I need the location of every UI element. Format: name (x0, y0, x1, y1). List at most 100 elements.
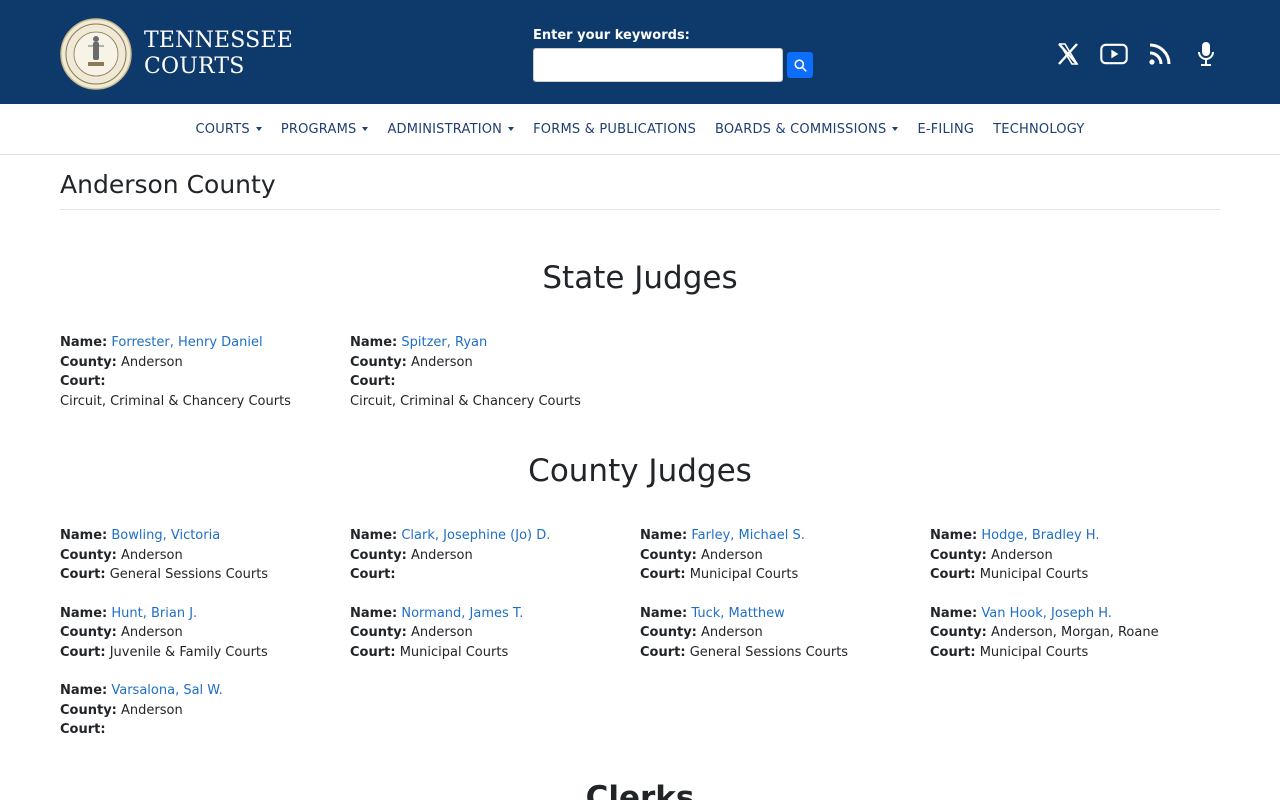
court-label: Court: (930, 644, 976, 660)
x-icon (1058, 43, 1079, 65)
judge-name-link[interactable]: Tuck, Matthew (691, 606, 784, 621)
judge-card: Name: Hunt, Brian J. County: Anderson Cour… (60, 604, 350, 663)
judge-name-link[interactable]: Forrester, Henry Daniel (111, 335, 262, 350)
name-label: Name: (930, 605, 978, 621)
judge-name-link[interactable]: Farley, Michael S. (691, 528, 804, 543)
page-title: Anderson County (60, 170, 1220, 210)
caret-down-icon (362, 127, 369, 131)
nav-technology[interactable]: TECHNOLOGY (993, 122, 1084, 137)
nav-boards-commissions[interactable]: BOARDS & COMMISSIONS (715, 122, 899, 137)
judge-county-row: County: Anderson (60, 546, 350, 566)
judge-name-row: Name: Spitzer, Ryan (350, 333, 640, 353)
nav-e-filing[interactable]: E-FILING (917, 122, 974, 137)
county-label: County: (930, 625, 987, 640)
nav-administration[interactable]: ADMINISTRATION (387, 121, 515, 137)
podcast-link[interactable] (1192, 38, 1220, 70)
search-input[interactable] (533, 48, 783, 82)
judge-name-row: Name: Forrester, Henry Daniel (60, 333, 350, 353)
judge-name-link[interactable]: Van Hook, Joseph H. (981, 606, 1112, 621)
nav-courts[interactable]: COURTS (196, 122, 262, 137)
county-label: County: (640, 625, 697, 640)
judge-county-row: County: Anderson (60, 353, 350, 373)
judge-card: Name: Forrester, Henry Daniel County: And… (60, 333, 350, 411)
nav-label: ADMINISTRATION (387, 121, 503, 137)
judge-county-row: County: Anderson (640, 546, 930, 566)
judge-court-row: Court: Municipal Courts (930, 565, 1220, 585)
state-judges-grid: Name: Forrester, Henry Daniel County: And… (60, 333, 1220, 411)
county-judges-grid: Name: Bowling, Victoria County: Anderson C… (60, 526, 1220, 740)
judge-court-row: Court: (60, 720, 350, 740)
judge-card: Name: Van Hook, Joseph H. County: Anderso… (930, 604, 1220, 663)
county-label: County: (60, 625, 117, 640)
judge-name-row: Name: Normand, James T. (350, 604, 640, 624)
name-label: Name: (640, 605, 688, 621)
judge-court-row: Court: Juvenile & Family Courts (60, 643, 350, 663)
judge-name-link[interactable]: Normand, James T. (401, 606, 523, 621)
judge-court: Municipal Courts (399, 644, 509, 660)
judge-county: Anderson (121, 625, 183, 640)
judge-court: Circuit, Criminal & Chancery Courts (350, 393, 581, 409)
site-logo-link[interactable]: TENNESSEE COURTS (60, 18, 293, 90)
podcast-microphone-icon (1198, 42, 1214, 66)
judge-name-link[interactable]: Clark, Josephine (Jo) D. (401, 528, 550, 543)
judge-court-row: Court: Municipal Courts (350, 643, 640, 663)
court-label: Court: (350, 644, 396, 660)
judge-county: Anderson (121, 547, 183, 563)
judge-card: Name: Normand, James T. County: Anderson C… (350, 604, 640, 663)
judge-card: Name: Bowling, Victoria County: Anderson C… (60, 526, 350, 585)
judge-county-row: County: Anderson (640, 623, 930, 643)
judge-court-row: Court: Municipal Courts (640, 565, 930, 585)
clerks-heading: Clerks (585, 779, 695, 800)
court-label: Court: (930, 567, 976, 582)
judge-court: Municipal Courts (689, 567, 799, 582)
judge-name-link[interactable]: Hunt, Brian J. (111, 606, 197, 621)
judge-name-link[interactable]: Varsalona, Sal W. (111, 683, 222, 698)
rss-link[interactable] (1146, 38, 1174, 70)
rss-icon (1149, 43, 1171, 65)
nav-label: PROGRAMS (280, 121, 357, 137)
judge-name-link[interactable]: Hodge, Bradley H. (981, 528, 1099, 543)
county-label: County: (930, 547, 987, 563)
nav-forms-publications[interactable]: FORMS & PUBLICATIONS (533, 122, 696, 137)
judge-name-row: Name: Van Hook, Joseph H. (930, 604, 1220, 624)
judge-name-row: Name: Hunt, Brian J. (60, 604, 350, 624)
nav-label: E-FILING (917, 121, 975, 137)
judge-name-link[interactable]: Spitzer, Ryan (401, 335, 487, 350)
judge-card: Name: Hodge, Bradley H. County: Anderson C… (930, 526, 1220, 585)
judge-name-link[interactable]: Bowling, Victoria (111, 528, 220, 543)
judge-county-row: County: Anderson (350, 353, 640, 373)
judge-court: General Sessions Courts (689, 644, 849, 660)
x-link[interactable] (1054, 38, 1082, 70)
judge-county: Anderson (121, 354, 183, 370)
caret-down-icon (255, 127, 262, 131)
name-label: Name: (350, 605, 398, 621)
judge-county: Anderson (411, 625, 473, 640)
county-label: County: (350, 547, 407, 563)
nav-label: COURTS (195, 121, 250, 137)
search-form: Enter your keywords: (533, 28, 813, 82)
judge-county: Anderson (701, 547, 763, 563)
youtube-link[interactable] (1100, 38, 1128, 70)
judge-county-row: County: Anderson (60, 701, 350, 721)
main-nav: COURTS PROGRAMS ADMINISTRATION FORMS & P… (0, 104, 1280, 155)
name-label: Name: (930, 528, 978, 543)
judge-county: Anderson (411, 354, 473, 370)
nav-programs[interactable]: PROGRAMS (281, 122, 369, 137)
name-label: Name: (350, 335, 398, 350)
main-content: Anderson County State Judges Name: Forre… (0, 170, 1280, 800)
court-label: Court: (60, 644, 106, 660)
court-label: Court: (350, 567, 396, 582)
judge-court-row: Court: General Sessions Courts (60, 565, 350, 585)
name-label: Name: (350, 528, 398, 543)
judge-court-row: Court: (350, 565, 640, 585)
search-button[interactable] (787, 52, 813, 78)
county-label: County: (350, 354, 407, 370)
judge-county: Anderson (701, 625, 763, 640)
court-label: Court: (60, 374, 106, 389)
youtube-icon (1100, 43, 1128, 65)
nav-label: TECHNOLOGY (993, 121, 1085, 137)
judge-name-row: Name: Clark, Josephine (Jo) D. (350, 526, 640, 546)
judge-court: Juvenile & Family Courts (109, 644, 268, 660)
name-label: Name: (60, 335, 108, 350)
judge-card: Name: Spitzer, Ryan County: Anderson Court… (350, 333, 640, 411)
